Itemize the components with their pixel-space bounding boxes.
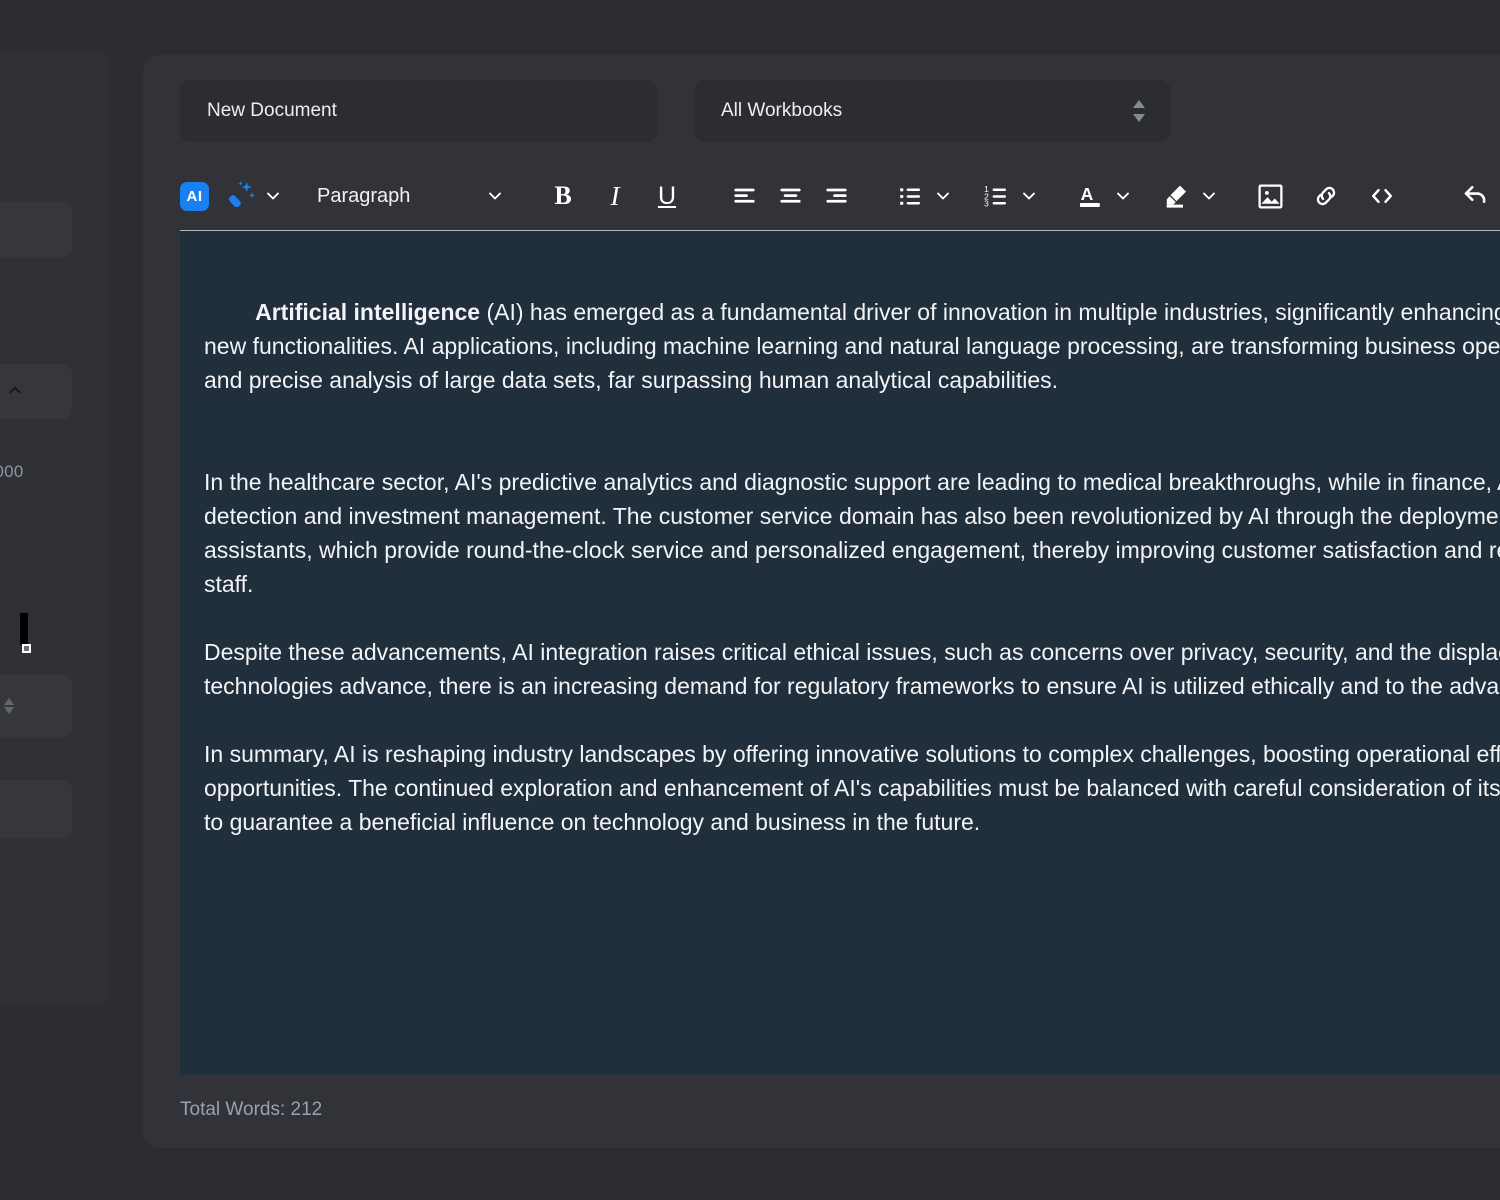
paragraph-style-value: Paragraph [317,185,411,207]
chevron-down-icon [263,186,283,206]
highlighter-icon [1162,182,1190,210]
paragraph-4: In summary, AI is reshaping industry lan… [204,741,1500,836]
align-left-icon [731,183,758,210]
align-center-icon [777,183,804,210]
paragraph-2: In the healthcare sector, AI's predictiv… [204,469,1500,598]
workbook-select-value: All Workbooks [721,100,843,121]
paragraph-1: Artificial intelligence (AI) has emerged… [204,261,1500,431]
image-icon [1256,182,1285,211]
document-title-input[interactable] [180,80,657,142]
magic-wand-dropdown-button[interactable] [263,186,283,206]
prompt-textarea[interactable] [0,495,62,652]
italic-button[interactable]: I [589,174,641,218]
character-counter: 32 / 8000 [0,462,24,481]
align-left-button[interactable] [721,174,767,218]
code-icon [1368,182,1396,210]
numbered-list-icon: 1 2 3 [983,183,1010,210]
insert-image-button[interactable] [1247,174,1293,218]
collapse-panel-button[interactable] [0,364,72,419]
bold-button[interactable]: B [537,174,589,218]
highlight-dropdown-button[interactable] [1199,186,1219,206]
chevron-down-icon [1199,186,1219,206]
code-block-button[interactable] [1359,174,1405,218]
align-right-icon [823,183,850,210]
numbered-list-dropdown-button[interactable] [1019,186,1039,206]
editor-card: All Workbooks AI [143,55,1500,1148]
document-content[interactable]: Artificial intelligence (AI) has emerged… [180,231,1500,839]
align-right-button[interactable] [813,174,859,218]
undo-icon [1461,181,1491,211]
paragraph-style-select[interactable]: Paragraph [311,176,511,216]
bullet-list-dropdown-button[interactable] [933,186,953,206]
stepper-arrows-icon [0,694,18,718]
textarea-scrollbar-thumb[interactable] [20,613,28,645]
left-panel-card-top [0,202,72,257]
bullet-list-button[interactable] [887,174,933,218]
chevron-down-icon [1019,186,1039,206]
svg-text:A: A [1081,184,1094,204]
paragraph-3: Despite these advancements, AI integrati… [204,639,1500,700]
word-count-label: Total Words: 212 [180,1099,323,1120]
text-color-dropdown-button[interactable] [1113,186,1133,206]
chevron-down-icon [933,186,953,206]
document-editor[interactable]: Artificial intelligence (AI) has emerged… [180,230,1500,1075]
textarea-resize-handle[interactable] [22,644,31,653]
stepper-arrows-icon [1131,98,1147,124]
workbook-select[interactable]: All Workbooks [694,80,1171,142]
ai-assist-button[interactable]: AI [180,181,209,211]
highlight-button[interactable] [1153,174,1199,218]
underline-button[interactable]: U [641,174,693,218]
left-panel-card-bottom [0,780,72,838]
undo-button[interactable] [1453,174,1499,218]
formatting-toolbar: AI Paragraph B I U 1 2 3 A [180,163,1499,229]
chevron-down-icon [485,186,505,206]
text-color-icon: A [1076,182,1104,210]
insert-link-button[interactable] [1303,174,1349,218]
text-color-button[interactable]: A [1067,174,1113,218]
textarea-scrollbar[interactable] [58,495,68,652]
magic-wand-icon [228,180,255,212]
align-center-button[interactable] [767,174,813,218]
svg-text:3: 3 [984,198,989,208]
left-panel-select[interactable] [0,675,72,737]
link-icon [1312,182,1340,210]
chevron-down-icon [1113,186,1133,206]
magic-wand-button[interactable] [228,180,255,212]
numbered-list-button[interactable]: 1 2 3 [973,174,1019,218]
bullet-list-icon [897,183,924,210]
left-side-panel: 32 / 8000 [0,50,108,1005]
document-header-row: All Workbooks [180,80,1500,142]
paragraph-1-bold-lead: Artificial intelligence [255,299,481,326]
chevron-up-icon [6,381,24,399]
